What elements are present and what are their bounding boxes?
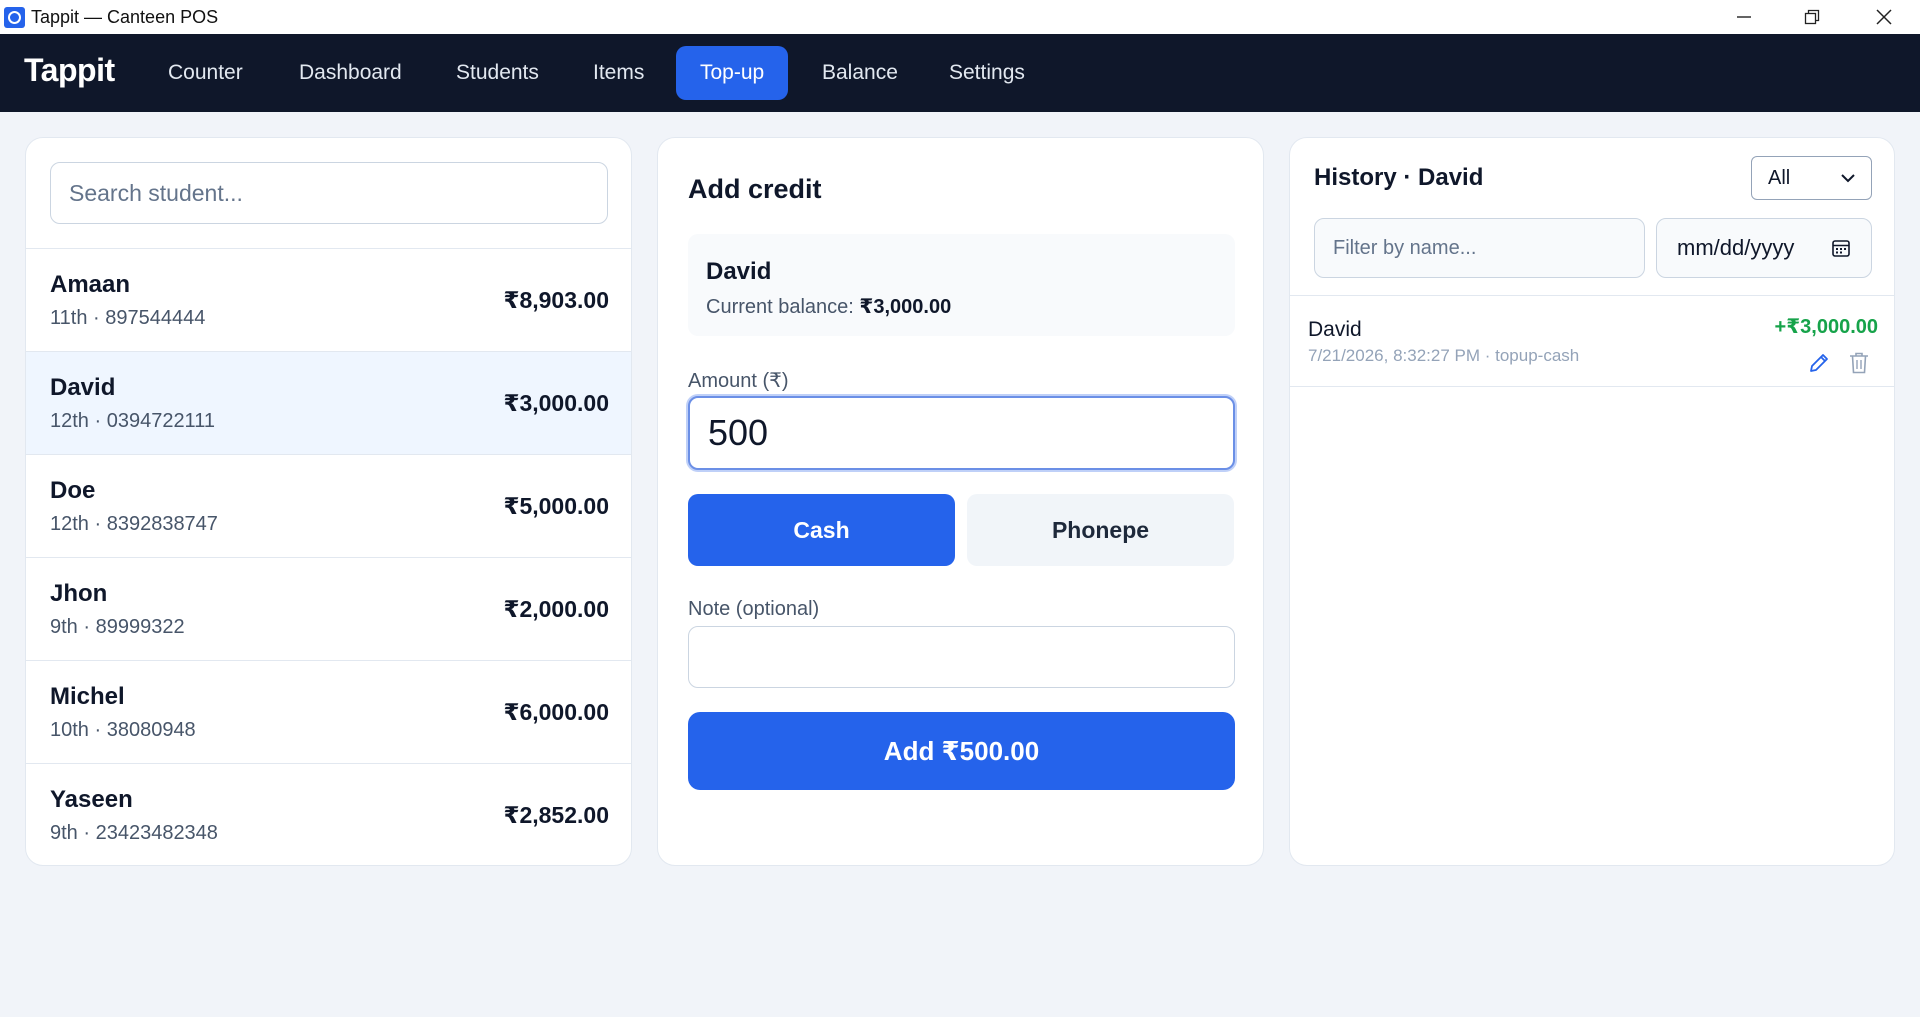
history-student-name: David	[1308, 318, 1362, 341]
close-button[interactable]	[1850, 0, 1918, 34]
student-name: Michel	[50, 683, 125, 710]
student-name: David	[50, 374, 116, 401]
student-row[interactable]: Jhon 9th · 89999322 ₹2,000.00	[26, 558, 631, 661]
restore-icon	[1804, 9, 1820, 25]
student-search-input[interactable]	[50, 162, 608, 224]
student-row[interactable]: Amaan 11th · 897544444 ₹8,903.00	[26, 249, 631, 352]
history-date-input[interactable]: mm/dd/yyyy	[1656, 218, 1872, 278]
student-meta: 12th · 0394722111	[50, 410, 215, 432]
student-meta: 12th · 8392838747	[50, 513, 218, 535]
history-list: David 7/21/2026, 8:32:27 PM · topup-cash…	[1290, 295, 1894, 387]
student-name: Jhon	[50, 580, 108, 607]
student-balance: ₹2,000.00	[503, 596, 609, 622]
student-list: Amaan 11th · 897544444 ₹8,903.00 David 1…	[26, 248, 631, 865]
history-name-filter-input[interactable]	[1314, 218, 1645, 278]
nav-settings[interactable]: Settings	[925, 46, 1049, 100]
date-placeholder: mm/dd/yyyy	[1677, 235, 1795, 260]
student-meta: 9th · 23423482348	[50, 822, 218, 844]
delete-trash-icon[interactable]	[1848, 351, 1870, 375]
history-type-select[interactable]: All	[1751, 156, 1872, 200]
nav-topup[interactable]: Top-up	[676, 46, 789, 100]
current-balance: Current balance: ₹3,000.00	[706, 294, 951, 319]
current-balance-value: ₹3,000.00	[859, 296, 952, 318]
nav-counter[interactable]: Counter	[144, 46, 267, 100]
nav-dashboard[interactable]: Dashboard	[275, 46, 426, 100]
add-credit-panel: Add credit David Current balance: ₹3,000…	[657, 137, 1264, 866]
history-select-value: All	[1768, 166, 1791, 189]
chevron-down-icon	[1841, 174, 1855, 183]
restore-button[interactable]	[1778, 0, 1846, 34]
student-name: Yaseen	[50, 786, 133, 813]
student-meta: 10th · 38080948	[50, 719, 196, 741]
student-balance: ₹2,852.00	[503, 802, 609, 828]
minimize-icon	[1737, 16, 1751, 18]
student-balance: ₹8,903.00	[503, 287, 609, 313]
selected-student-name: David	[706, 258, 772, 285]
student-balance: ₹3,000.00	[503, 390, 609, 416]
student-row[interactable]: Doe 12th · 8392838747 ₹5,000.00	[26, 455, 631, 558]
student-name: Doe	[50, 477, 96, 504]
note-label: Note (optional)	[688, 598, 820, 620]
history-meta: 7/21/2026, 8:32:27 PM · topup-cash	[1308, 346, 1580, 365]
minimize-button[interactable]	[1710, 0, 1778, 34]
student-meta: 9th · 89999322	[50, 616, 185, 638]
nav-students[interactable]: Students	[432, 46, 563, 100]
current-balance-label: Current balance:	[706, 296, 860, 318]
add-credit-title: Add credit	[688, 174, 822, 204]
student-row[interactable]: Yaseen 9th · 23423482348 ₹2,852.00	[26, 764, 631, 865]
student-meta: 11th · 897544444	[50, 307, 206, 329]
amount-label: Amount (₹)	[688, 370, 789, 392]
student-balance: ₹5,000.00	[503, 493, 609, 519]
history-row: David 7/21/2026, 8:32:27 PM · topup-cash…	[1290, 296, 1894, 387]
nav-items[interactable]: Items	[569, 46, 668, 100]
edit-pencil-icon[interactable]	[1807, 351, 1831, 375]
student-panel: Amaan 11th · 897544444 ₹8,903.00 David 1…	[25, 137, 632, 866]
nav-balance[interactable]: Balance	[798, 46, 922, 100]
note-input[interactable]	[688, 626, 1235, 688]
student-row-selected[interactable]: David 12th · 0394722111 ₹3,000.00	[26, 352, 631, 455]
app-logo-icon	[4, 7, 25, 28]
history-title: History · David	[1314, 164, 1484, 191]
student-balance: ₹6,000.00	[503, 699, 609, 725]
window-title: Tappit — Canteen POS	[31, 7, 219, 27]
close-icon	[1876, 9, 1892, 25]
student-name: Amaan	[50, 271, 131, 298]
phonepe-method-button[interactable]: Phonepe	[967, 494, 1234, 566]
history-panel: History · David All mm/dd/yyyy David 7/2…	[1289, 137, 1895, 866]
selected-student-card: David Current balance: ₹3,000.00	[688, 234, 1235, 336]
student-row[interactable]: Michel 10th · 38080948 ₹6,000.00	[26, 661, 631, 764]
history-amount: +₹3,000.00	[1774, 316, 1878, 338]
cash-method-button[interactable]: Cash	[688, 494, 955, 566]
calendar-icon[interactable]	[1831, 238, 1851, 258]
window-titlebar: Tappit — Canteen POS	[0, 0, 1920, 34]
brand-logo: Tappit	[24, 52, 115, 88]
top-navbar: Tappit Counter Dashboard Students Items …	[0, 34, 1920, 112]
add-credit-button[interactable]: Add ₹500.00	[688, 712, 1235, 790]
amount-input[interactable]	[688, 396, 1235, 470]
